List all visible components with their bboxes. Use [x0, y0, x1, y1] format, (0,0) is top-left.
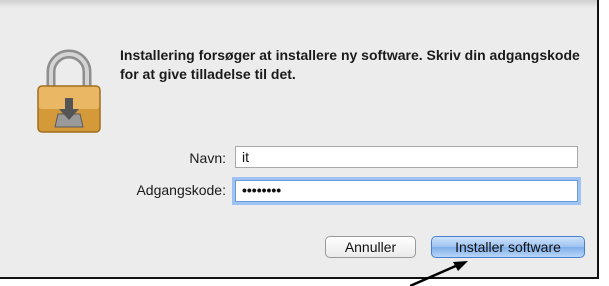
- password-field[interactable]: ••••••••: [235, 180, 578, 202]
- annotation-arrow-icon: [410, 261, 468, 286]
- name-field[interactable]: it: [235, 146, 578, 168]
- dialog-top-edge: [0, 0, 597, 8]
- name-field-value: it: [242, 149, 249, 165]
- padlock-download-icon: [37, 49, 101, 133]
- password-label: Adgangskode:: [136, 182, 226, 198]
- authentication-dialog: Installering forsøger at installere ny s…: [0, 0, 599, 279]
- password-field-value: ••••••••: [242, 182, 282, 198]
- dialog-message: Installering forsøger at installere ny s…: [120, 47, 580, 82]
- cancel-button[interactable]: Annuller: [325, 236, 416, 258]
- name-label: Navn:: [189, 150, 226, 166]
- install-software-button[interactable]: Installer software: [431, 236, 585, 258]
